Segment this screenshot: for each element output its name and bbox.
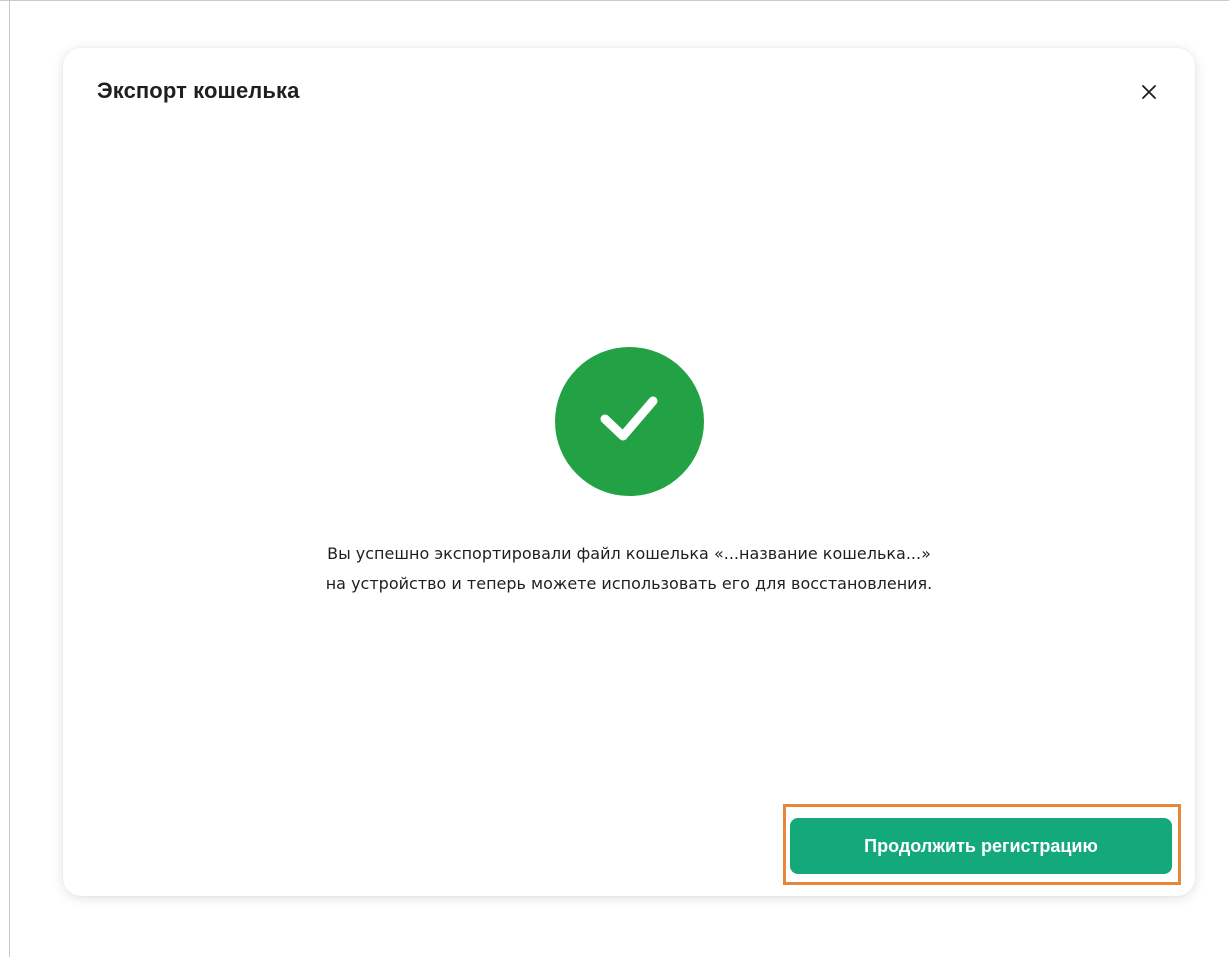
success-message-line-1: Вы успешно экспортировали файл кошелька …	[327, 544, 931, 563]
close-icon[interactable]	[1141, 84, 1157, 100]
window-frame-top	[0, 0, 1229, 1]
success-message-line-2: на устройство и теперь можете использова…	[325, 574, 933, 593]
dialog-title: Экспорт кошелька	[97, 78, 300, 103]
window-frame-left	[9, 0, 10, 957]
success-badge	[555, 347, 704, 496]
success-message: Вы успешно экспортировали файл кошелька …	[63, 539, 1195, 599]
checkmark-icon	[595, 389, 665, 454]
close-button[interactable]	[1135, 78, 1163, 106]
export-wallet-dialog: Экспорт кошелька Вы успешно экспортирова…	[63, 48, 1195, 896]
continue-registration-button[interactable]: Продолжить регистрацию	[790, 818, 1172, 874]
